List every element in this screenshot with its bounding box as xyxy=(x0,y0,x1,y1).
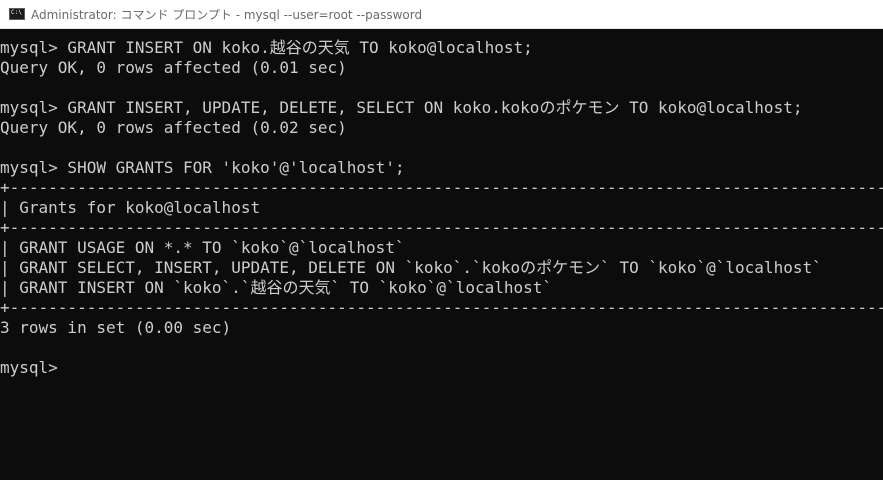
console-line: 3 rows in set (0.00 sec) xyxy=(0,318,232,337)
console-line: mysql> GRANT INSERT ON koko.越谷の天気 TO kok… xyxy=(0,38,533,57)
table-row: | GRANT INSERT ON `koko`.`越谷の天気` TO `kok… xyxy=(0,278,553,297)
prompt-line[interactable]: mysql> xyxy=(0,358,883,378)
title-bar[interactable]: Administrator: コマンド プロンプト - mysql --user… xyxy=(0,0,883,29)
table-border: +---------------------------------------… xyxy=(0,178,883,197)
console-line: mysql> GRANT INSERT, UPDATE, DELETE, SEL… xyxy=(0,98,803,117)
window-title: Administrator: コマンド プロンプト - mysql --user… xyxy=(31,7,423,22)
console-line: Query OK, 0 rows affected (0.01 sec) xyxy=(0,58,347,77)
console-output[interactable]: mysql> GRANT INSERT ON koko.越谷の天気 TO kok… xyxy=(0,38,883,480)
console-app-icon xyxy=(9,8,25,20)
console-line: Query OK, 0 rows affected (0.02 sec) xyxy=(0,118,347,137)
console-line: mysql> SHOW GRANTS FOR 'koko'@'localhost… xyxy=(0,158,405,177)
table-header: | Grants for koko@localhost xyxy=(0,198,261,217)
table-border: +---------------------------------------… xyxy=(0,298,883,317)
table-row: | GRANT SELECT, INSERT, UPDATE, DELETE O… xyxy=(0,258,822,277)
table-row: | GRANT USAGE ON *.* TO `koko`@`localhos… xyxy=(0,238,405,257)
command-prompt-window: Administrator: コマンド プロンプト - mysql --user… xyxy=(0,0,883,480)
table-border: +---------------------------------------… xyxy=(0,218,883,237)
